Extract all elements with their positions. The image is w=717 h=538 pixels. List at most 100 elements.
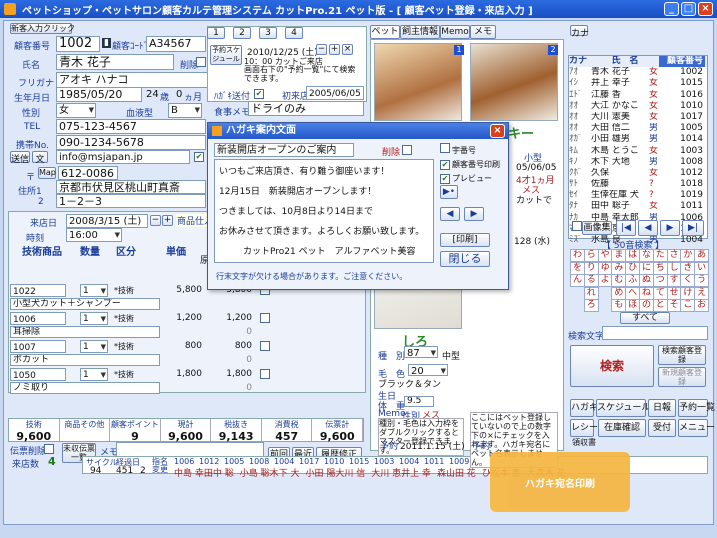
visit-minus-button[interactable]: −: [150, 215, 161, 226]
kana-key[interactable]: か: [680, 249, 696, 262]
search-text-field[interactable]: [602, 326, 708, 340]
namelist-row[interactable]: ｸﾎﾞ 久保 女 1012: [569, 168, 707, 179]
namelist-row[interactable]: ｵｵ 大田 信二 男 1005: [569, 123, 707, 134]
time-select[interactable]: 16:00: [66, 228, 122, 242]
kana-key[interactable]: こ: [680, 299, 696, 312]
row-qty[interactable]: 1: [80, 312, 108, 326]
row-checkbox[interactable]: [260, 369, 270, 379]
kana-key[interactable]: た: [652, 249, 668, 262]
customer-code-field[interactable]: A34567: [146, 36, 206, 52]
close-button[interactable]: ×: [698, 2, 713, 16]
row-qty[interactable]: 1: [80, 340, 108, 354]
blood-select[interactable]: B: [168, 103, 202, 118]
dialog-next-button[interactable]: ▶: [464, 207, 484, 221]
kana-key[interactable]: や: [597, 249, 613, 262]
action-button[interactable]: スケジュール: [596, 399, 650, 417]
kana-tab[interactable]: カナ: [570, 25, 589, 39]
kana-key[interactable]: あ: [694, 249, 710, 262]
new-customer-button[interactable]: 新客入力クリック: [10, 23, 75, 34]
row-qty[interactable]: 1: [80, 368, 108, 382]
kana-key[interactable]: つ: [652, 274, 668, 287]
kana-key[interactable]: め: [611, 286, 627, 300]
email-field[interactable]: info@msjapan.jp: [56, 150, 190, 164]
kana-key[interactable]: わ: [570, 249, 585, 262]
action-button[interactable]: 受付: [648, 419, 676, 437]
row-qty[interactable]: 1: [80, 284, 108, 298]
row-code[interactable]: 1050: [10, 368, 66, 381]
dialog-message-area[interactable]: いつもご来店頂き、有り難う御座います！ 12月15日 新装開店オープンします！ …: [214, 159, 434, 263]
res-tab-3[interactable]: 3: [259, 27, 277, 39]
dialog-close-text-button[interactable]: 閉じる: [440, 251, 490, 267]
row-checkbox[interactable]: [260, 341, 270, 351]
kana-key[interactable]: ひ: [625, 261, 641, 275]
kana-key[interactable]: り: [583, 261, 599, 275]
kana-key[interactable]: よ: [597, 274, 613, 287]
res-tab-2[interactable]: 2: [233, 27, 251, 39]
minimize-button[interactable]: _: [664, 2, 679, 16]
slip-delete-checkbox[interactable]: [44, 444, 54, 454]
send-button[interactable]: 送信: [10, 151, 30, 165]
addr1-field[interactable]: 京都市伏見区桃山町真斎: [56, 180, 206, 194]
kana-key[interactable]: す: [666, 274, 682, 287]
kana-key[interactable]: の: [639, 299, 654, 312]
tab-memo[interactable]: Memo: [440, 25, 470, 39]
namelist-row[interactable]: ｵｶﾞ 小田 雄男 男 1014: [569, 134, 707, 145]
action-button[interactable]: レシート: [570, 419, 607, 437]
weight-field[interactable]: 9.5: [404, 396, 434, 407]
tab-note[interactable]: メモ: [470, 25, 496, 39]
gender-select[interactable]: 女: [56, 103, 96, 118]
search-register-button[interactable]: 検索顧客登録: [658, 345, 706, 365]
image-checkbox[interactable]: [572, 221, 582, 231]
zip-field[interactable]: 612-0086: [58, 166, 118, 180]
res-close-button[interactable]: ×: [342, 44, 353, 55]
map-button[interactable]: Map: [38, 167, 56, 179]
res-minus-button[interactable]: −: [316, 44, 327, 55]
action-button[interactable]: メニュー: [678, 419, 715, 437]
email-checkbox[interactable]: ✔: [194, 152, 204, 162]
kana-key[interactable]: ら: [583, 249, 599, 262]
text-button[interactable]: 文: [32, 151, 48, 165]
pet-photo-1[interactable]: [374, 43, 462, 121]
customer-id-field[interactable]: 1002: [56, 36, 100, 52]
namelist-row[interactable]: ｾｲ 生倖在庫 犬 ? 1019: [569, 190, 707, 201]
kana-key[interactable]: そ: [666, 299, 682, 312]
food-field[interactable]: ドライのみ: [248, 101, 364, 116]
breed-select-1[interactable]: 87: [404, 346, 438, 360]
new-register-button[interactable]: 新規顧客登録: [658, 367, 706, 387]
namelist-row[interactable]: ｵｵ 大川 憲美 女 1017: [569, 112, 707, 123]
kana-key[interactable]: ほ: [625, 299, 641, 312]
option-preview-checkbox[interactable]: ✔: [440, 174, 450, 184]
namelist-row[interactable]: ｴﾄﾞ 江藤 香 女 1016: [569, 90, 707, 101]
reservation-schedule-button[interactable]: 予約スケジュール: [210, 45, 242, 65]
kana-key[interactable]: え: [694, 286, 710, 300]
tab-pet[interactable]: ペット: [370, 25, 400, 39]
visit-date-field[interactable]: 2008/3/15 (土): [66, 214, 148, 228]
kana-key[interactable]: に: [639, 261, 654, 275]
row-code[interactable]: 1006: [10, 312, 66, 325]
row-name[interactable]: 小型犬カット＋シャンプー: [10, 298, 160, 310]
row-code[interactable]: 1007: [10, 340, 66, 353]
res-tab-1[interactable]: 1: [207, 27, 225, 39]
kana-key[interactable]: ゆ: [597, 261, 613, 275]
namelist-row[interactable]: ｱｵ 青木 花子 女 1002: [569, 67, 707, 78]
row-checkbox[interactable]: [260, 313, 270, 323]
kana-key[interactable]: き: [680, 261, 696, 275]
search-button[interactable]: 検索: [570, 345, 654, 387]
row-code[interactable]: 1022: [10, 284, 66, 297]
postcard-checkbox[interactable]: ✔: [254, 89, 264, 99]
kana-key[interactable]: う: [694, 274, 710, 287]
kana-key[interactable]: せ: [666, 286, 682, 300]
kana-key[interactable]: て: [652, 286, 668, 300]
row-name[interactable]: ノミ取り: [10, 382, 160, 394]
kana-key[interactable]: ね: [639, 286, 654, 300]
dialog-forward-button[interactable]: ▶•: [440, 185, 458, 199]
kana-key[interactable]: れ: [583, 286, 599, 300]
dialog-prev-button[interactable]: ◀: [440, 207, 460, 221]
maximize-button[interactable]: □: [681, 2, 696, 16]
delete-checkbox[interactable]: [196, 57, 206, 67]
namelist-row[interactable]: ｷﾉ 木下 大地 男 1008: [569, 157, 707, 168]
kana-key[interactable]: も: [611, 299, 627, 312]
option-id-checkbox[interactable]: ✔: [440, 160, 450, 170]
visit-plus-button[interactable]: +: [162, 215, 173, 226]
mobile-field[interactable]: 090-1234-5678: [56, 135, 206, 150]
